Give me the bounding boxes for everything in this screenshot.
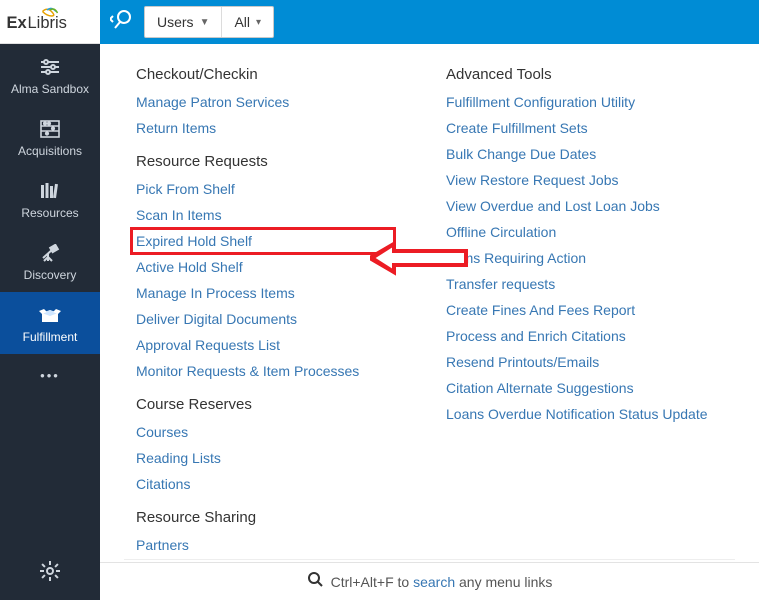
menu-link[interactable]: Process and Enrich Citations [446, 325, 708, 347]
menu-link[interactable]: Active Hold Shelf [136, 256, 386, 278]
box-open-icon [39, 304, 61, 326]
caret-down-icon: ▾ [256, 17, 261, 28]
telescope-icon [39, 242, 61, 264]
books-icon [39, 180, 61, 202]
search-toggle[interactable] [110, 8, 134, 36]
svg-text:Libris: Libris [28, 14, 67, 32]
sidebar-item-label: Resources [21, 206, 78, 220]
menu-link[interactable]: Manage Patron Services [136, 91, 386, 113]
menu-link[interactable]: Create Fulfillment Sets [446, 117, 708, 139]
menu-link[interactable]: Scan In Items [136, 204, 386, 226]
menu-link[interactable]: Fulfillment Configuration Utility [446, 91, 708, 113]
menu-link[interactable]: Deliver Digital Documents [136, 308, 386, 330]
menu-link[interactable]: Approval Requests List [136, 334, 386, 356]
search-icon [307, 571, 323, 592]
svg-text:Ex: Ex [7, 14, 28, 32]
menu-link[interactable]: Resend Printouts/Emails [446, 351, 708, 373]
sidebar-item-label: Alma Sandbox [11, 82, 89, 96]
menu-link[interactable]: Bulk Change Due Dates [446, 143, 708, 165]
sidebar-item-acquisitions[interactable]: Acquisitions [0, 106, 100, 168]
menu-section-title: Course Reserves [136, 396, 386, 413]
menu-link[interactable]: Offline Circulation [446, 221, 708, 243]
menu-link[interactable]: Monitor Requests & Item Processes [136, 360, 386, 382]
sidebar-settings[interactable] [0, 561, 100, 586]
menu-link[interactable]: Expired Hold Shelf [136, 233, 252, 249]
sidebar-more[interactable]: ••• [0, 354, 100, 397]
sidebar-item-discovery[interactable]: Discovery [0, 230, 100, 292]
menu-link[interactable]: Citations [136, 473, 386, 495]
search-filter: Users ▼ All ▾ [144, 6, 274, 38]
search-arrow-icon [110, 8, 134, 36]
sidebar-item-label: Fulfillment [23, 330, 78, 344]
menu-link[interactable]: Create Fines And Fees Report [446, 299, 708, 321]
menu-link[interactable]: Items Requiring Action [446, 247, 708, 269]
brand-logo: Ex Libris [0, 0, 100, 44]
menu-link[interactable]: Return Items [136, 117, 386, 139]
caret-down-icon: ▼ [200, 17, 210, 28]
menu-link[interactable]: Citation Alternate Suggestions [446, 377, 708, 399]
filter-primary-label: Users [157, 14, 194, 30]
menu-link[interactable]: Reading Lists [136, 447, 386, 469]
menu-link[interactable]: Pick From Shelf [136, 178, 386, 200]
topbar: Users ▼ All ▾ [100, 0, 759, 44]
sliders-icon [39, 56, 61, 78]
abacus-icon [40, 118, 60, 140]
menu-link[interactable]: View Restore Request Jobs [446, 169, 708, 191]
menu-section-title: Resource Sharing [136, 509, 386, 526]
menu-link[interactable]: Courses [136, 421, 386, 443]
menu-link[interactable]: Partners [136, 534, 386, 556]
menu-link[interactable]: View Overdue and Lost Loan Jobs [446, 195, 708, 217]
menu-section-title: Resource Requests [136, 153, 386, 170]
filter-secondary[interactable]: All ▾ [221, 7, 273, 37]
menu-section-title: Checkout/Checkin [136, 66, 386, 83]
gear-icon [40, 561, 60, 586]
more-icon: ••• [40, 368, 60, 383]
sidebar-item-label: Discovery [24, 268, 77, 282]
menu-section-title: Advanced Tools [446, 66, 708, 83]
sidebar-item-label: Acquisitions [18, 144, 82, 158]
hint-text: Ctrl+Alt+F to search any menu links [331, 574, 553, 590]
sidebar-item-alma-sandbox[interactable]: Alma Sandbox [0, 44, 100, 106]
sidebar-item-resources[interactable]: Resources [0, 168, 100, 230]
menu-link[interactable]: Loans Overdue Notification Status Update [446, 403, 708, 425]
sidebar-nav: Alma Sandbox Acquisitions Resources Disc… [0, 44, 100, 397]
filter-primary[interactable]: Users ▼ [145, 7, 221, 37]
menu-link[interactable]: Manage In Process Items [136, 282, 386, 304]
filter-secondary-label: All [234, 14, 250, 30]
sidebar-item-fulfillment[interactable]: Fulfillment [0, 292, 100, 354]
menu-link[interactable]: Transfer requests [446, 273, 708, 295]
menu-search-hint[interactable]: Ctrl+Alt+F to search any menu links [100, 562, 759, 600]
sidebar: Ex Libris Alma Sandbox Acquisitions [0, 0, 100, 600]
menu-panel: Checkout/Checkin Manage Patron Services Re… [100, 44, 759, 600]
